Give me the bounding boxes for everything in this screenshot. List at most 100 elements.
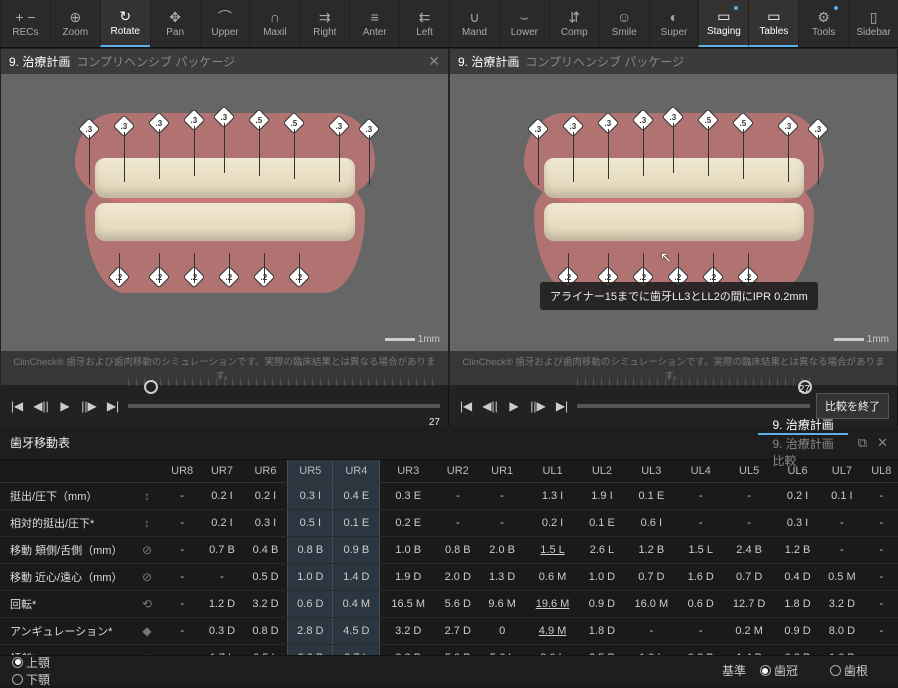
tool-tools[interactable]: ⚙Tools <box>798 0 848 47</box>
tool-upper[interactable]: ⌒Upper <box>200 0 250 47</box>
cell[interactable]: 0.5 D <box>244 564 288 591</box>
cell[interactable]: 0.1 I <box>819 483 864 510</box>
cell[interactable]: 1.9 D <box>380 564 436 591</box>
col-UL3[interactable]: UL3 <box>624 460 679 483</box>
cell[interactable]: 0.2 E <box>380 510 436 537</box>
tool-pan[interactable]: ✥Pan <box>150 0 200 47</box>
step-forward-button[interactable]: ||▶ <box>80 397 98 415</box>
tool-mand[interactable]: ∪Mand <box>449 0 499 47</box>
cell[interactable]: 16.0 M <box>624 591 679 618</box>
cell[interactable]: - <box>624 618 679 645</box>
cell[interactable]: - <box>436 483 479 510</box>
tool-recs[interactable]: + −RECs <box>0 0 50 47</box>
cell[interactable]: - <box>679 483 722 510</box>
col-UR2[interactable]: UR2 <box>436 460 479 483</box>
tool-lower[interactable]: ⌣Lower <box>499 0 549 47</box>
cell[interactable]: 0.5 I <box>288 510 333 537</box>
cell[interactable]: 0.7 D <box>722 564 775 591</box>
cell[interactable]: 4.5 D <box>333 618 380 645</box>
cell[interactable]: 2.0 B <box>479 537 524 564</box>
col-UR8[interactable]: UR8 <box>164 460 200 483</box>
cell[interactable]: 1.5 L <box>679 537 722 564</box>
col-UR1[interactable]: UR1 <box>479 460 524 483</box>
cell[interactable]: 1.8 D <box>580 618 623 645</box>
cell[interactable]: - <box>164 564 200 591</box>
cell[interactable]: - <box>819 537 864 564</box>
cell[interactable]: 5.6 D <box>436 591 479 618</box>
timeline-slider-right[interactable]: 27 <box>577 386 810 426</box>
cell[interactable]: 0.2 I <box>525 510 580 537</box>
cell[interactable]: 0.6 M <box>525 564 580 591</box>
cell[interactable]: 0.2 M <box>722 618 775 645</box>
cell[interactable]: 2.8 D <box>288 618 333 645</box>
tool-sidebar[interactable]: ▯Sidebar <box>848 0 898 47</box>
radio-歯根[interactable]: 歯根 <box>830 662 868 679</box>
tool-tables[interactable]: ▭Tables <box>748 0 798 47</box>
step-back-button[interactable]: ◀|| <box>481 397 499 415</box>
cell[interactable]: - <box>200 564 243 591</box>
tool-left[interactable]: ⇇Left <box>399 0 449 47</box>
cell[interactable]: 1.3 D <box>479 564 524 591</box>
cell[interactable]: 0.2 I <box>200 510 243 537</box>
cell[interactable]: 0.2 I <box>200 483 243 510</box>
cell[interactable]: - <box>164 618 200 645</box>
first-button[interactable]: |◀ <box>457 397 475 415</box>
cell[interactable]: - <box>865 483 898 510</box>
cell[interactable]: - <box>865 591 898 618</box>
cell[interactable]: - <box>436 510 479 537</box>
cell[interactable]: 0.6 I <box>624 510 679 537</box>
cell[interactable]: 3.2 D <box>819 591 864 618</box>
cell[interactable]: - <box>479 510 524 537</box>
table-tab-1[interactable]: 9. 治療計画 <box>758 435 847 452</box>
tool-right[interactable]: ⇉Right <box>299 0 349 47</box>
cell[interactable]: 0.6 D <box>288 591 333 618</box>
col-UL8[interactable]: UL8 <box>865 460 898 483</box>
cell[interactable]: 0.3 E <box>380 483 436 510</box>
cell[interactable]: 0.4 M <box>333 591 380 618</box>
cell[interactable]: 0.1 E <box>580 510 623 537</box>
tool-rotate[interactable]: ↻Rotate <box>100 0 150 47</box>
cell[interactable]: 0.1 E <box>624 483 679 510</box>
cell[interactable]: 0.9 B <box>333 537 380 564</box>
tool-staging[interactable]: ▭Staging <box>698 0 748 47</box>
cell[interactable]: - <box>865 537 898 564</box>
play-button[interactable]: ▶ <box>505 397 523 415</box>
tool-smile[interactable]: ☺Smile <box>599 0 649 47</box>
cell[interactable]: 0 <box>479 618 524 645</box>
first-button[interactable]: |◀ <box>8 397 26 415</box>
cell[interactable]: - <box>679 618 722 645</box>
radio-歯冠[interactable]: 歯冠 <box>760 662 798 679</box>
cell[interactable]: 2.7 D <box>436 618 479 645</box>
tool-anter[interactable]: ≡Anter <box>349 0 399 47</box>
cell[interactable]: 12.7 D <box>722 591 775 618</box>
cell[interactable]: - <box>164 483 200 510</box>
cell[interactable]: 1.0 B <box>380 537 436 564</box>
cell[interactable]: 0.4 E <box>333 483 380 510</box>
cell[interactable]: 0.7 B <box>200 537 243 564</box>
cell[interactable]: 16.5 M <box>380 591 436 618</box>
last-button[interactable]: ▶| <box>553 397 571 415</box>
cell[interactable]: 2.0 D <box>436 564 479 591</box>
cell[interactable]: 1.2 B <box>776 537 819 564</box>
close-icon[interactable]: ✕ <box>428 53 440 70</box>
col-UR4[interactable]: UR4 <box>333 460 380 483</box>
cell[interactable]: 0.3 I <box>776 510 819 537</box>
cell[interactable]: - <box>819 510 864 537</box>
cell[interactable]: 0.7 D <box>624 564 679 591</box>
cell[interactable]: 1.5 L <box>525 537 580 564</box>
col-UR3[interactable]: UR3 <box>380 460 436 483</box>
cell[interactable]: 1.9 I <box>580 483 623 510</box>
viewport-right[interactable]: 9. 治療計画 コンプリヘンシブ パッケージ .3.3.3.3.3.5.5.3.… <box>449 48 898 386</box>
copy-icon[interactable]: ⧉ <box>858 435 867 451</box>
col-UL2[interactable]: UL2 <box>580 460 623 483</box>
cell[interactable]: 0.8 B <box>288 537 333 564</box>
cell[interactable]: 1.4 D <box>333 564 380 591</box>
cell[interactable]: - <box>722 483 775 510</box>
cell[interactable]: - <box>164 510 200 537</box>
cell[interactable]: 1.3 I <box>525 483 580 510</box>
cell[interactable]: 0.9 D <box>580 591 623 618</box>
cell[interactable]: 0.5 M <box>819 564 864 591</box>
cell[interactable]: 0.3 I <box>244 510 288 537</box>
step-back-button[interactable]: ◀|| <box>32 397 50 415</box>
cell[interactable]: 1.2 B <box>624 537 679 564</box>
